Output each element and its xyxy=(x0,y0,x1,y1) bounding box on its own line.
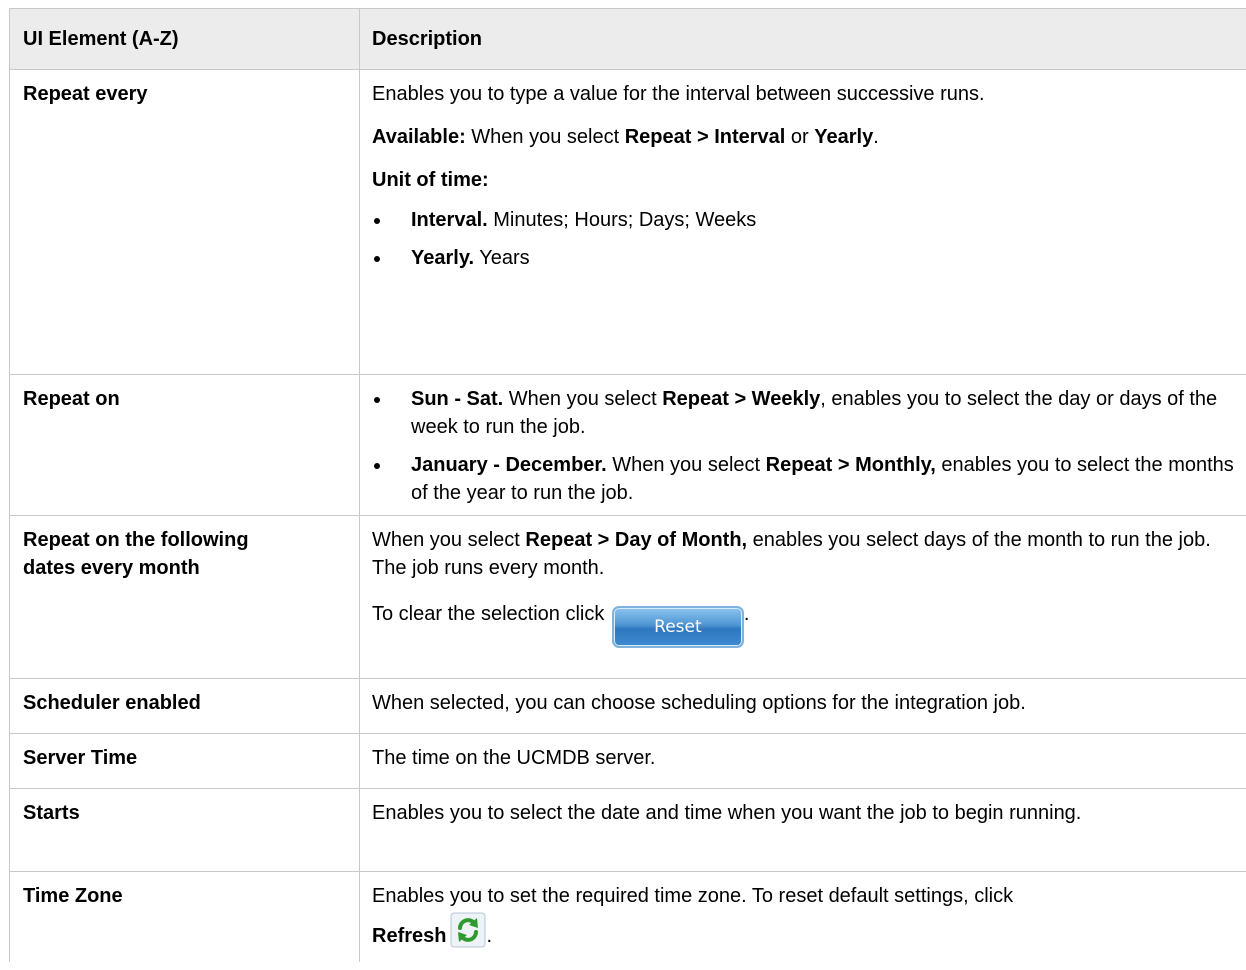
bullet-icon xyxy=(374,256,380,262)
list-item-term: January - December. xyxy=(411,454,607,476)
element-name: Time Zone xyxy=(9,871,360,962)
table-header-row: UI Element (A-Z) Description xyxy=(9,8,1246,70)
element-description: Sun - Sat. When you select Repeat > Week… xyxy=(359,374,1246,516)
element-description: The time on the UCMDB server. xyxy=(359,733,1246,789)
table-row: Starts Enables you to select the date an… xyxy=(9,788,1246,872)
description-text: Enables you to type a value for the inte… xyxy=(372,83,985,105)
text-fragment: When you select xyxy=(372,529,526,551)
element-description: Enables you to type a value for the inte… xyxy=(359,69,1246,375)
text-fragment: . xyxy=(486,925,493,947)
list-item-term: Sun - Sat. xyxy=(411,388,504,410)
text-fragment: . xyxy=(743,603,750,625)
element-name: Repeat on the following dates every mont… xyxy=(9,515,360,679)
menu-path: Repeat > Interval xyxy=(624,126,786,148)
column-header-ui-element: UI Element (A-Z) xyxy=(9,8,360,70)
description-text: When you select Repeat > Day of Month, e… xyxy=(372,526,1238,582)
ui-element-table: UI Element (A-Z) Description Repeat ever… xyxy=(9,8,1246,962)
list-item-text: Minutes; Hours; Days; Weeks xyxy=(487,209,757,231)
list-item-term: Interval. xyxy=(411,209,488,231)
bullet-icon xyxy=(374,218,380,224)
menu-path: Repeat > Weekly xyxy=(662,388,821,410)
element-name-line: dates every month xyxy=(23,557,200,579)
element-description: When selected, you can choose scheduling… xyxy=(359,678,1246,734)
refresh-icon xyxy=(450,912,486,948)
table-row: Repeat every Enables you to type a value… xyxy=(9,69,1246,375)
text-fragment: When you select xyxy=(465,126,625,148)
list-item: Interval. Minutes; Hours; Days; Weeks xyxy=(372,206,1238,234)
list-item-term: Yearly. xyxy=(411,247,475,269)
reset-button: Reset xyxy=(611,606,744,648)
list-item-text: When you select xyxy=(503,388,663,410)
menu-path: Repeat > Monthly, xyxy=(765,454,936,476)
text-fragment: To clear the selection click xyxy=(372,603,610,625)
table-row: Repeat on Sun - Sat. When you select Rep… xyxy=(9,374,1246,516)
bullet-icon xyxy=(374,463,380,469)
element-name: Scheduler enabled xyxy=(9,678,360,734)
element-name: Repeat on xyxy=(9,374,360,516)
column-header-description: Description xyxy=(359,8,1246,70)
table-row: Repeat on the following dates every mont… xyxy=(9,515,1246,679)
element-description: When you select Repeat > Day of Month, e… xyxy=(359,515,1246,679)
list-item-text: When you select xyxy=(606,454,766,476)
element-name-line: Repeat on the following xyxy=(23,529,249,551)
element-name: Starts xyxy=(9,788,360,872)
element-description: Enables you to set the required time zon… xyxy=(359,871,1246,962)
refresh-line: Refresh. xyxy=(372,912,1238,950)
element-description: Enables you to select the date and time … xyxy=(359,788,1246,872)
availability-note: Available: When you select Repeat > Inte… xyxy=(372,123,1238,151)
text-fragment: or xyxy=(785,126,815,148)
list-item-text: Years xyxy=(474,247,530,269)
table-row: Time Zone Enables you to set the require… xyxy=(9,871,1246,962)
element-name: Repeat every xyxy=(9,69,360,375)
unit-list: Interval. Minutes; Hours; Days; Weeks Ye… xyxy=(372,206,1238,272)
clear-selection-text: To clear the selection click Reset. xyxy=(372,600,1238,648)
option-list: Sun - Sat. When you select Repeat > Week… xyxy=(372,385,1238,507)
menu-path: Yearly xyxy=(814,126,874,148)
element-name: Server Time xyxy=(9,733,360,789)
table-row: Server Time The time on the UCMDB server… xyxy=(9,733,1246,789)
unit-label: Unit of time: xyxy=(372,166,1238,194)
description-text: Enables you to set the required time zon… xyxy=(372,885,1014,907)
list-item: Yearly. Years xyxy=(372,244,1238,272)
bullet-icon xyxy=(374,397,380,403)
text-fragment: . xyxy=(873,126,879,148)
list-item: January - December. When you select Repe… xyxy=(372,451,1238,507)
unit-of-time-label: Unit of time: xyxy=(372,169,489,191)
menu-path: Repeat > Day of Month, xyxy=(525,529,748,551)
available-label: Available: xyxy=(372,126,466,148)
refresh-label: Refresh xyxy=(372,925,447,947)
table-row: Scheduler enabled When selected, you can… xyxy=(9,678,1246,734)
list-item: Sun - Sat. When you select Repeat > Week… xyxy=(372,385,1238,441)
